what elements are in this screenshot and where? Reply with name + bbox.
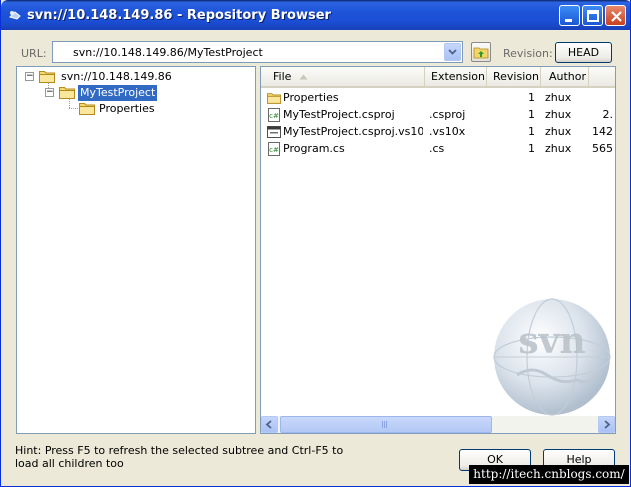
tortoisesvn-icon	[9, 11, 21, 20]
file-extension: .vs10x	[429, 125, 466, 138]
file-size: 142	[592, 125, 613, 138]
tree-node-project[interactable]: − MyTestProject	[17, 85, 255, 101]
url-label: URL:	[21, 47, 47, 60]
maximize-icon	[587, 10, 599, 22]
column-header-author[interactable]: Author	[541, 67, 589, 88]
svg-text:c#: c#	[269, 146, 279, 154]
folder-icon	[79, 103, 95, 115]
url-value: svn://10.148.149.86/MyTestProject	[73, 46, 263, 59]
scroll-thumb[interactable]	[280, 416, 492, 433]
file-size: 565	[592, 142, 613, 155]
maximize-button[interactable]	[582, 5, 603, 26]
logo-text: svn	[518, 320, 585, 362]
csproj-file-icon: c#	[268, 108, 280, 122]
file-extension: .cs	[429, 142, 445, 155]
url-combobox[interactable]: svn://10.148.149.86/MyTestProject	[52, 41, 463, 63]
folder-icon	[267, 93, 281, 104]
column-header-revision[interactable]: Revision	[487, 67, 541, 88]
sort-ascending-icon	[299, 74, 308, 80]
close-icon	[611, 11, 622, 22]
list-item[interactable]: c# MyTestProject.csproj .csproj 1 zhux 2…	[261, 106, 615, 123]
tree-node-properties[interactable]: Properties	[17, 101, 255, 117]
horizontal-scrollbar[interactable]	[261, 416, 615, 433]
file-author: zhux	[545, 125, 572, 138]
hint-text: Hint: Press F5 to refresh the selected s…	[15, 444, 344, 470]
close-button[interactable]	[605, 5, 626, 26]
list-item[interactable]: Properties 1 zhux	[261, 89, 615, 106]
file-author: zhux	[545, 142, 572, 155]
minimize-icon	[565, 19, 572, 22]
svn-globe-logo: svn	[493, 298, 611, 416]
folder-icon	[39, 71, 55, 83]
file-name: MyTestProject.csproj.vs10x	[283, 125, 423, 138]
vs10x-file-icon	[267, 126, 281, 138]
chevron-left-icon	[265, 420, 272, 429]
file-name: MyTestProject.csproj	[283, 108, 395, 121]
revision-label: Revision:	[503, 47, 553, 60]
up-folder-button[interactable]	[471, 42, 491, 62]
file-revision: 1	[528, 91, 535, 104]
scroll-left-button[interactable]	[261, 416, 278, 433]
file-extension: .csproj	[429, 108, 466, 121]
window-title: svn://10.148.149.86 - Repository Browser	[27, 8, 331, 23]
scroll-right-button[interactable]	[598, 416, 615, 433]
tree-node-root[interactable]: − svn://10.148.149.86	[17, 69, 255, 85]
file-author: zhux	[545, 91, 572, 104]
minimize-button[interactable]	[559, 5, 580, 26]
repository-browser-window: svn://10.148.149.86 - Repository Browser…	[0, 0, 631, 487]
list-item[interactable]: MyTestProject.csproj.vs10x .vs10x 1 zhux…	[261, 123, 615, 140]
tree-label-properties: Properties	[99, 102, 155, 115]
watermark-text: http://itech.cnblogs.com/	[469, 465, 629, 484]
file-revision: 1	[528, 125, 535, 138]
file-list[interactable]: File Extension Revision Author Propertie…	[260, 66, 616, 434]
file-name: Properties	[283, 91, 339, 104]
folder-open-icon	[59, 87, 75, 99]
file-name: Program.cs	[283, 142, 345, 155]
file-author: zhux	[545, 108, 572, 121]
repository-tree[interactable]: − svn://10.148.149.86 − MyTestProject Pr…	[16, 66, 256, 434]
column-header-file[interactable]: File	[261, 67, 425, 88]
revision-head-button[interactable]: HEAD	[555, 42, 612, 63]
title-bar[interactable]: svn://10.148.149.86 - Repository Browser	[1, 0, 630, 30]
list-item[interactable]: c# Program.cs .cs 1 zhux 565	[261, 140, 615, 157]
tree-label-project: MyTestProject	[78, 85, 158, 101]
file-revision: 1	[528, 142, 535, 155]
column-header-extension[interactable]: Extension	[425, 67, 487, 88]
grip-icon	[382, 421, 387, 428]
svg-text:c#: c#	[269, 112, 279, 120]
file-revision: 1	[528, 108, 535, 121]
chevron-down-icon	[448, 49, 457, 55]
collapse-icon[interactable]: −	[45, 88, 54, 97]
tree-label-root: svn://10.148.149.86	[61, 70, 172, 83]
folder-up-icon	[473, 47, 489, 59]
cs-file-icon: c#	[268, 142, 280, 156]
collapse-icon[interactable]: −	[25, 72, 34, 81]
column-header-blank	[589, 67, 615, 88]
chevron-right-icon	[604, 420, 611, 429]
file-size: 2.	[602, 108, 614, 121]
url-dropdown-button[interactable]	[444, 43, 461, 61]
